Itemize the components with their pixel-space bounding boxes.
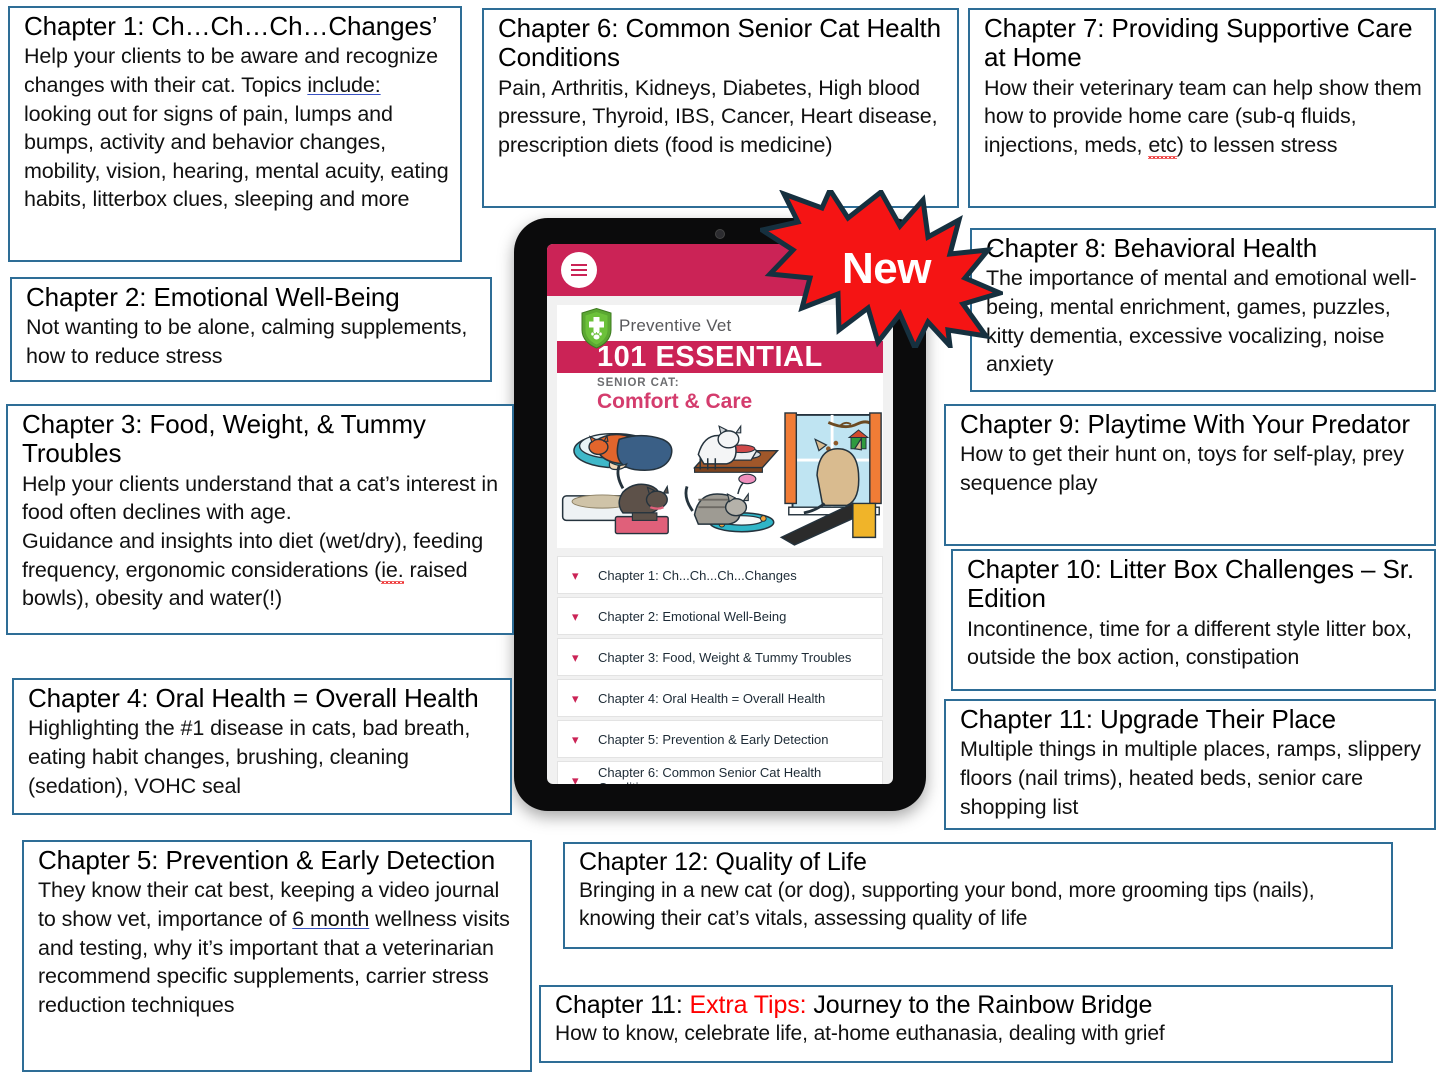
camera-icon bbox=[715, 229, 725, 239]
chapter-11-extra-box: Chapter 11: Extra Tips: Journey to the R… bbox=[539, 985, 1393, 1063]
hamburger-bars bbox=[571, 261, 587, 279]
chapter-10-body: Incontinence, time for a different style… bbox=[967, 616, 1412, 670]
chapter-9-box: Chapter 9: Playtime With Your Predator H… bbox=[944, 404, 1436, 546]
chapter-7-title: Chapter 7: Providing Supportive Care at … bbox=[984, 13, 1413, 73]
hamburger-icon[interactable] bbox=[561, 252, 597, 288]
chapter-accordion-label: Chapter 4: Oral Health = Overall Health bbox=[598, 690, 826, 706]
chapter-accordion-label: Chapter 2: Emotional Well-Being bbox=[598, 608, 787, 624]
chapter-11-extra-title-pre: Chapter 11: bbox=[555, 991, 690, 1019]
chapter-12-title: Chapter 12: Quality of Life bbox=[579, 848, 867, 876]
chapter-3-box: Chapter 3: Food, Weight, & Tummy Trouble… bbox=[6, 404, 514, 635]
chapter-11-title: Chapter 11: Upgrade Their Place bbox=[960, 704, 1337, 734]
chapter-accordion-item[interactable]: ▾ Chapter 6: Common Senior Cat Health Co… bbox=[557, 761, 883, 784]
chapter-accordion-label: Chapter 6: Common Senior Cat Health Cond… bbox=[598, 765, 822, 784]
slide-canvas: Chapter 1: Ch…Ch…Ch…Changes’ Help your c… bbox=[0, 0, 1445, 1078]
chapter-3-body-p2-spellflag: ie. bbox=[381, 557, 404, 582]
chapter-accordion-item[interactable]: ▾ Chapter 4: Oral Health = Overall Healt… bbox=[557, 679, 883, 717]
new-starburst-badge: New bbox=[755, 184, 1008, 354]
chapter-4-box: Chapter 4: Oral Health = Overall Health … bbox=[12, 678, 512, 815]
chapter-11-body: Multiple things in multiple places, ramp… bbox=[960, 737, 1421, 819]
chapter-accordion-item[interactable]: ▾ Chapter 5: Prevention & Early Detectio… bbox=[557, 720, 883, 758]
chapter-1-box: Chapter 1: Ch…Ch…Ch…Changes’ Help your c… bbox=[8, 6, 462, 262]
chapter-10-box: Chapter 10: Litter Box Challenges – Sr. … bbox=[951, 549, 1436, 691]
chapter-12-body: Bringing in a new cat (or dog), supporti… bbox=[579, 879, 1315, 931]
chapter-accordion-list: ▾ Chapter 1: Ch...Ch...Ch...Changes ▾ Ch… bbox=[557, 556, 883, 784]
chapter-1-title: Chapter 1: Ch…Ch…Ch…Changes’ bbox=[24, 11, 438, 41]
chapter-6-title: Chapter 6: Common Senior Cat Health Cond… bbox=[498, 13, 942, 73]
cover-illustration bbox=[561, 412, 882, 546]
chapter-1-body-underlined: include: bbox=[307, 72, 381, 97]
chapter-2-body: Not wanting to be alone, calming supplem… bbox=[26, 315, 468, 368]
chapter-5-box: Chapter 5: Prevention & Early Detection … bbox=[22, 840, 532, 1072]
new-badge-label: New bbox=[842, 244, 931, 293]
cover-sub-label: SENIOR CAT: bbox=[597, 377, 680, 389]
preventive-vet-shield-icon bbox=[581, 308, 612, 349]
chevron-down-icon: ▾ bbox=[572, 649, 579, 665]
chapter-4-title: Chapter 4: Oral Health = Overall Health bbox=[28, 683, 479, 713]
chapter-accordion-label: Chapter 5: Prevention & Early Detection bbox=[598, 731, 829, 747]
chevron-down-icon: ▾ bbox=[572, 772, 579, 785]
chapter-7-body-post: ) to lessen stress bbox=[1176, 132, 1338, 157]
chapter-8-box: Chapter 8: Behavioral Health The importa… bbox=[970, 228, 1436, 392]
chapter-10-title: Chapter 10: Litter Box Challenges – Sr. … bbox=[967, 554, 1415, 614]
chapter-2-box: Chapter 2: Emotional Well-Being Not want… bbox=[10, 277, 492, 382]
chapter-7-box: Chapter 7: Providing Supportive Care at … bbox=[968, 8, 1436, 208]
chapter-11-box: Chapter 11: Upgrade Their Place Multiple… bbox=[944, 699, 1436, 830]
chapter-accordion-item[interactable]: ▾ Chapter 1: Ch...Ch...Ch...Changes bbox=[557, 556, 883, 594]
chapter-12-box: Chapter 12: Quality of Life Bringing in … bbox=[563, 842, 1393, 949]
chevron-down-icon: ▾ bbox=[572, 731, 579, 747]
chapter-1-body-post: looking out for signs of pain, lumps and… bbox=[24, 101, 449, 212]
chapter-accordion-label: Chapter 3: Food, Weight & Tummy Troubles bbox=[598, 649, 852, 665]
chapter-7-body: How their veterinary team can help show … bbox=[984, 74, 1424, 160]
chapter-1-body: Help your clients to be aware and recogn… bbox=[24, 42, 450, 214]
chapter-11-extra-title-post: Journey to the Rainbow Bridge bbox=[806, 991, 1153, 1019]
brand-name: Preventive Vet bbox=[619, 316, 732, 335]
chapter-3-body-p1: Help your clients understand that a cat’… bbox=[22, 471, 498, 525]
chapter-6-body: Pain, Arthritis, Kidneys, Diabetes, High… bbox=[498, 75, 938, 157]
chapter-11-extra-body: How to know, celebrate life, at-home eut… bbox=[555, 1022, 1165, 1046]
chapter-8-title: Chapter 8: Behavioral Health bbox=[986, 233, 1318, 263]
chevron-down-icon: ▾ bbox=[572, 608, 579, 624]
chapter-6-box: Chapter 6: Common Senior Cat Health Cond… bbox=[482, 8, 959, 208]
chapter-3-body-p2: Guidance and insights into diet (wet/dry… bbox=[22, 527, 502, 613]
chapter-accordion-item[interactable]: ▾ Chapter 3: Food, Weight & Tummy Troubl… bbox=[557, 638, 883, 676]
chapter-3-title: Chapter 3: Food, Weight, & Tummy Trouble… bbox=[22, 409, 426, 469]
chapter-9-title: Chapter 9: Playtime With Your Predator bbox=[960, 409, 1410, 439]
chapter-5-title: Chapter 5: Prevention & Early Detection bbox=[38, 845, 496, 875]
chapter-5-body-underlined: 6 month bbox=[292, 906, 370, 931]
chapter-7-body-spellflag: etc bbox=[1148, 132, 1177, 157]
chevron-down-icon: ▾ bbox=[572, 690, 579, 706]
chapter-4-body: Highlighting the #1 disease in cats, bad… bbox=[28, 716, 471, 798]
chapter-9-body: How to get their hunt on, toys for self-… bbox=[960, 442, 1404, 495]
chapter-accordion-item[interactable]: ▾ Chapter 2: Emotional Well-Being bbox=[557, 597, 883, 635]
chapter-11-extra-title-highlight: Extra Tips: bbox=[689, 991, 807, 1019]
chapter-11-extra-title: Chapter 11: Extra Tips: Journey to the R… bbox=[555, 991, 1381, 1019]
chapter-8-body: The importance of mental and emotional w… bbox=[986, 266, 1417, 377]
chevron-down-icon: ▾ bbox=[572, 567, 579, 583]
chapter-5-body: They know their cat best, keeping a vide… bbox=[38, 876, 520, 1019]
chapter-accordion-label: Chapter 1: Ch...Ch...Ch...Changes bbox=[598, 567, 797, 583]
chapter-2-title: Chapter 2: Emotional Well-Being bbox=[26, 282, 400, 312]
